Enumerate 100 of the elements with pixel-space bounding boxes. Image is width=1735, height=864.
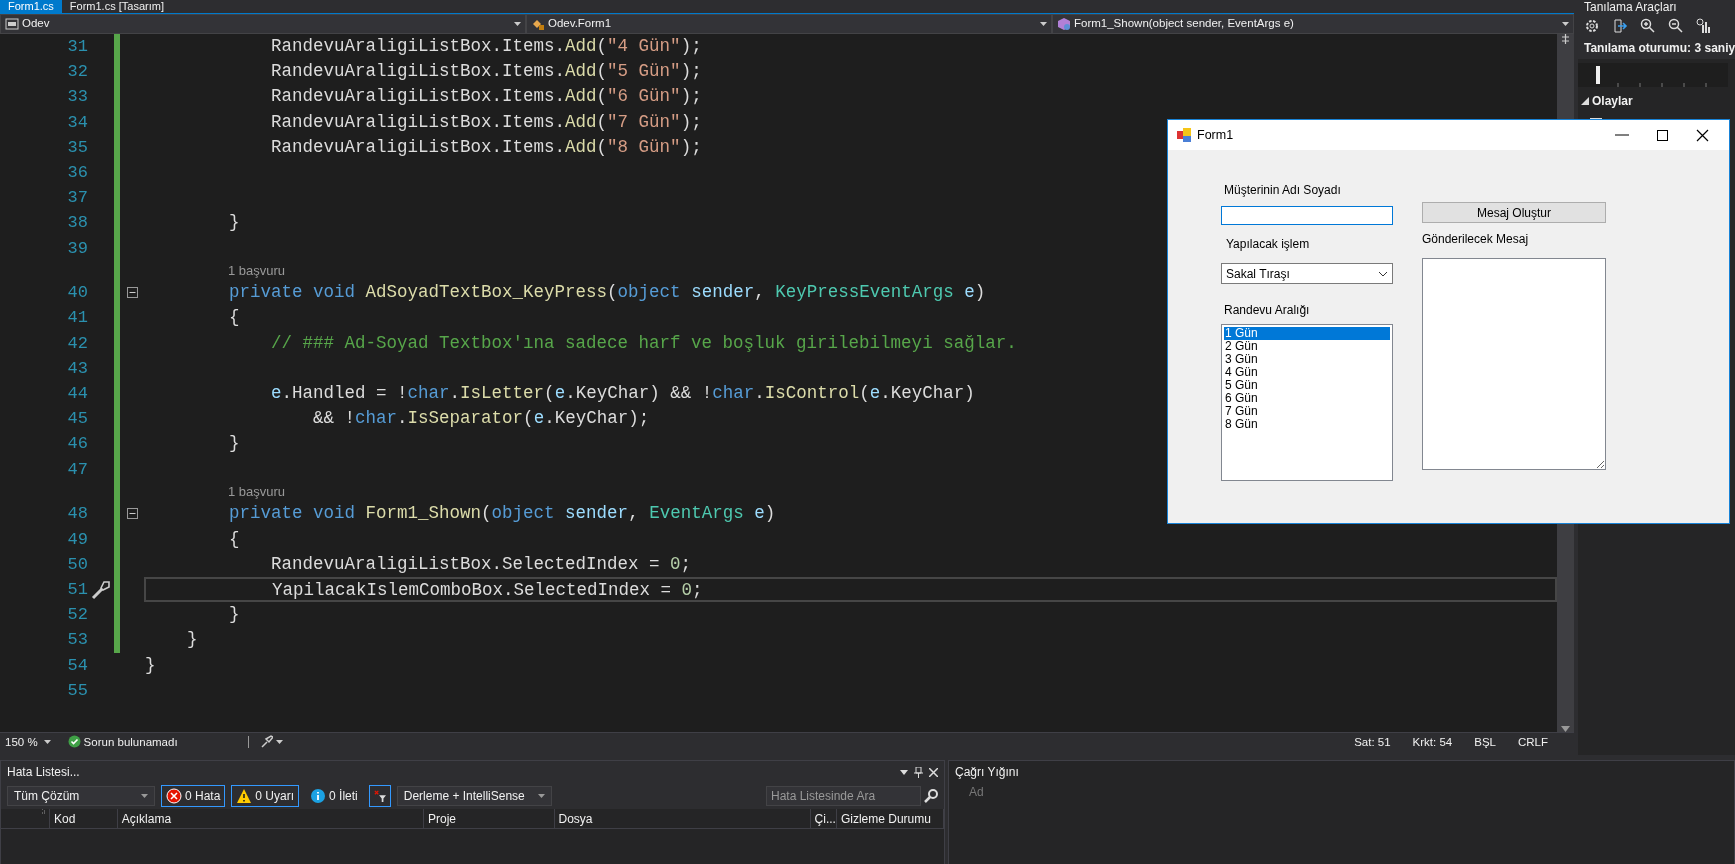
collapse-icon[interactable] (126, 287, 138, 299)
list-item[interactable]: 5 Gün (1224, 379, 1390, 392)
code-line: private void AdSoyadTextBox_KeyPress(object sender, KeyPressEventArgs e) (228, 282, 986, 303)
panel-title: Tanılama Araçları (1584, 0, 1678, 15)
line-number: 40 (66, 282, 88, 305)
list-item[interactable]: 7 Gün (1224, 405, 1390, 418)
line-number: 39 (66, 237, 88, 260)
zoom-dropdown[interactable]: 150 % (0, 733, 56, 750)
code-line: } (186, 629, 198, 650)
code-line: RandevuAraligiListBox.SelectedIndex = 0; (270, 553, 692, 574)
column-header[interactable]: Dosya (554, 809, 811, 828)
editor-tab[interactable]: Form1.cs [Tasarım] (61, 0, 172, 13)
column-header[interactable]: Kod (50, 809, 118, 828)
check-icon (67, 735, 81, 748)
reference-count[interactable]: 1 başvuru (144, 260, 286, 281)
line-number: 52 (66, 604, 88, 627)
code-line: RandevuAraligiListBox.Items.Add("8 Gün"); (270, 136, 702, 157)
class-icon (531, 17, 545, 31)
code-line: && !char.IsSeparator(e.KeyChar); (312, 408, 650, 429)
section-header[interactable]: Olaylar (1592, 92, 1633, 110)
window-title: Form1 (1197, 126, 1235, 144)
list-item[interactable]: 8 Gün (1224, 418, 1390, 431)
chevron-down-icon (1378, 270, 1388, 277)
name-field[interactable] (1221, 206, 1393, 225)
line-number: 49 (66, 528, 88, 551)
line-number: 32 (66, 61, 88, 84)
column-header[interactable]: Proje (424, 809, 555, 828)
line-number: 53 (66, 629, 88, 652)
session-duration: Tanılama oturumu: 3 saniy (1578, 37, 1735, 59)
line-number: 33 (66, 86, 88, 109)
filter-toggle[interactable] (368, 785, 391, 807)
code-line: } (145, 654, 156, 675)
filter-toggle[interactable]: 0 Hata (161, 785, 226, 807)
caret-icon (43, 739, 51, 744)
column-header[interactable]: Açıklama (117, 809, 424, 828)
line-number: 46 (66, 433, 88, 456)
line-number: 38 (66, 212, 88, 235)
code-line: } (228, 433, 240, 454)
issues-status[interactable]: Sorun bulunamadı (83, 732, 178, 751)
line-number: 54 (66, 654, 88, 677)
message-field[interactable] (1422, 258, 1606, 470)
line-number: 31 (66, 36, 88, 58)
list-item[interactable]: 6 Gün (1224, 392, 1390, 405)
source-dropdown[interactable]: Derleme + IntelliSense (396, 786, 552, 806)
dropdown-icon[interactable] (900, 769, 908, 775)
line-number: 35 (66, 136, 88, 159)
field-label: Gönderilecek Mesaj (1422, 231, 1530, 248)
list-item[interactable]: 1 Gün (1224, 327, 1390, 340)
line-number: 43 (66, 357, 88, 380)
search-icon (924, 789, 938, 803)
zoom-out-icon[interactable] (1668, 18, 1684, 34)
screwdriver-icon[interactable] (90, 578, 112, 601)
interval-listbox[interactable]: 1 Gün 2 Gün 3 Gün 4 Gün 5 Gün 6 Gün 7 Gün 8 Gün (1221, 324, 1393, 481)
code-line: // ### Ad-Soyad Textbox'ına sadece harf ve boşluk girilebilmeyi sağlar. (270, 332, 1017, 353)
line-number: 51 (66, 578, 88, 601)
caret-icon (1562, 22, 1569, 26)
collapse-icon[interactable] (126, 508, 138, 520)
panel-title: Hata Listesi... (7, 764, 81, 781)
code-line: } (228, 604, 240, 625)
line-number: 55 (66, 679, 88, 702)
caret-icon (514, 22, 521, 26)
code-line: RandevuAraligiListBox.Items.Add("4 Gün"); (270, 36, 702, 56)
insert-mode: BŞL (1474, 734, 1496, 750)
line-endings: CRLF (1517, 734, 1548, 750)
filter-toggle[interactable]: 0 İleti (305, 785, 363, 807)
navigation-dropdown[interactable]: Odev.Form1 (526, 14, 1052, 34)
splitter-icon[interactable] (1561, 34, 1570, 44)
filter-toggle[interactable]: 0 Uyarı (231, 785, 300, 807)
pin-icon[interactable] (914, 766, 923, 778)
line-number: 41 (66, 307, 88, 330)
navigation-dropdown[interactable]: Form1_Shown(object sender, EventArgs e) (1052, 14, 1574, 34)
editor-tab[interactable]: Form1.cs (0, 0, 62, 13)
list-item[interactable]: 3 Gün (1224, 353, 1390, 366)
brush-icon (259, 735, 273, 748)
field-label: Müşterinin Adı Soyadı (1223, 182, 1342, 199)
bar-chart-icon[interactable] (1696, 18, 1712, 34)
search-field[interactable]: Hata Listesinde Ara (766, 786, 921, 806)
sort-icon[interactable] (41, 809, 46, 815)
code-line: { (228, 307, 240, 328)
reference-count[interactable]: 1 başvuru (144, 481, 286, 502)
scope-dropdown[interactable]: Tüm Çözüm (7, 786, 155, 806)
export-icon[interactable] (1612, 18, 1628, 34)
column-header[interactable]: Gizleme Durumu (836, 809, 944, 828)
zoom-in-icon[interactable] (1640, 18, 1656, 34)
list-item[interactable]: 4 Gün (1224, 366, 1390, 379)
list-item[interactable]: 2 Gün (1224, 340, 1390, 353)
line-number: 47 (66, 458, 88, 481)
column-header[interactable]: Çi... (810, 809, 837, 828)
line-number: 50 (66, 553, 88, 576)
code-line: e.Handled = !char.IsLetter(e.KeyChar) && !char.IsControl(e.KeyChar) (270, 383, 975, 404)
caret-icon (275, 739, 283, 744)
close-icon[interactable] (929, 767, 938, 777)
settings-icon[interactable] (1584, 18, 1600, 34)
project-icon (5, 17, 19, 31)
expanded-icon[interactable] (1581, 97, 1589, 105)
create-message-button[interactable]: Mesaj Oluştur (1422, 202, 1606, 223)
navigation-dropdown[interactable]: Odev (0, 14, 526, 34)
code-line: RandevuAraligiListBox.Items.Add("5 Gün"); (270, 61, 702, 82)
service-dropdown[interactable]: Sakal Tıraşı (1221, 263, 1393, 284)
line-number: 36 (66, 161, 88, 184)
